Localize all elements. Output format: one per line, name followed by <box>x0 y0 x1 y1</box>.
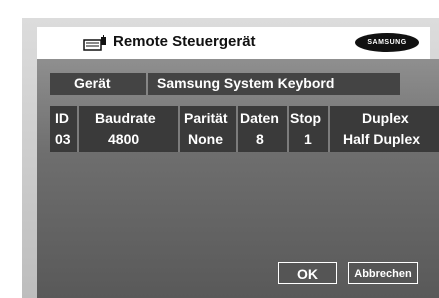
device-value: Samsung System Keybord <box>157 75 335 91</box>
column-separator <box>178 106 180 152</box>
header-paritaet: Parität <box>184 110 228 126</box>
column-separator <box>287 106 289 152</box>
cell-id[interactable]: 03 <box>55 131 71 147</box>
cell-daten[interactable]: 8 <box>256 131 264 147</box>
cell-paritaet[interactable]: None <box>188 131 223 147</box>
device-label: Gerät <box>74 75 111 91</box>
header-id: ID <box>55 110 69 126</box>
column-separator <box>236 106 238 152</box>
cancel-button[interactable]: Abbrechen <box>348 262 418 284</box>
remote-control-icon <box>83 35 106 51</box>
ok-button[interactable]: OK <box>278 262 337 284</box>
title-bar: Remote Steuergerät SAMSUNG <box>37 27 430 59</box>
header-daten: Daten <box>240 110 279 126</box>
samsung-logo: SAMSUNG <box>355 33 419 52</box>
header-duplex: Duplex <box>362 110 409 126</box>
column-separator <box>328 106 330 152</box>
cell-stop[interactable]: 1 <box>304 131 312 147</box>
cell-baudrate[interactable]: 4800 <box>108 131 139 147</box>
window-title: Remote Steuergerät <box>113 33 256 50</box>
column-separator <box>77 106 79 152</box>
cell-duplex[interactable]: Half Duplex <box>343 131 420 147</box>
header-stop: Stop <box>290 110 322 126</box>
header-baudrate: Baudrate <box>95 110 156 126</box>
